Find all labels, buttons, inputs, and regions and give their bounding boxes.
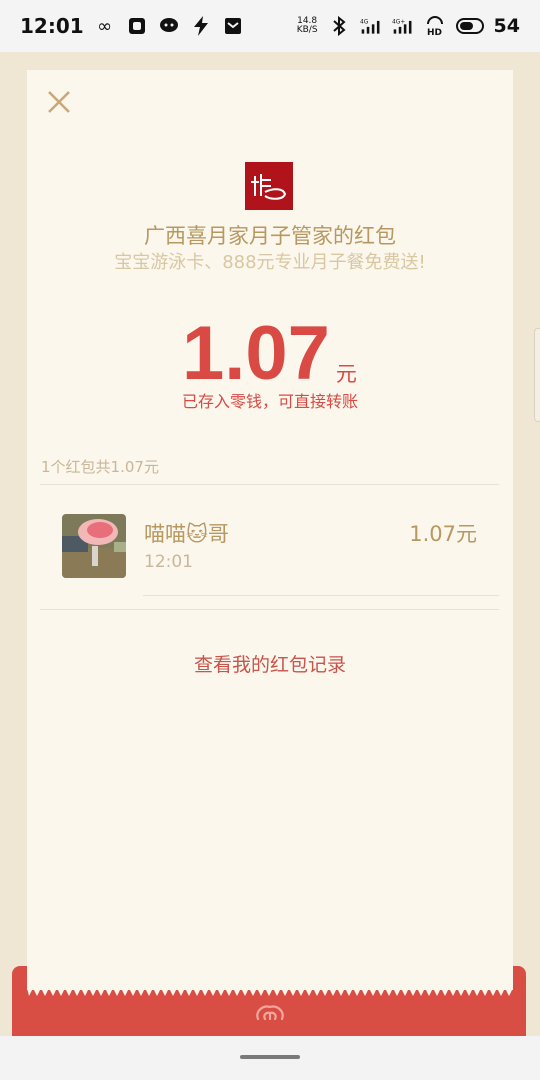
avatar[interactable] bbox=[62, 514, 126, 578]
home-indicator[interactable] bbox=[240, 1055, 300, 1059]
infinity-icon: ∞ bbox=[97, 15, 113, 37]
status-right: 14.8 KB/S 4G 4G+ HD 54 bbox=[297, 15, 520, 37]
app-icon bbox=[126, 15, 148, 37]
battery-level: 54 bbox=[493, 15, 520, 37]
currency-unit: 元 bbox=[335, 362, 357, 386]
close-button[interactable] bbox=[45, 88, 73, 116]
packet-summary: 1个红包共1.07元 bbox=[41, 458, 159, 476]
mail-icon bbox=[222, 15, 244, 37]
battery-icon bbox=[455, 18, 484, 34]
status-bar: 12:01 ∞ 14.8 KB/S 4G 4G+ HD 54 bbox=[0, 0, 540, 52]
divider bbox=[143, 595, 499, 596]
envelope-emblem-icon bbox=[255, 1001, 285, 1023]
amount-block: 1.07 元 bbox=[182, 306, 357, 392]
red-packet-detail-card: 广西喜月家月子管家的红包 宝宝游泳卡、888元专业月子餐免费送! 1.07 元 … bbox=[27, 70, 513, 990]
divider bbox=[40, 484, 499, 485]
signal-icon-2: 4G+ bbox=[392, 15, 414, 37]
status-left: 12:01 ∞ bbox=[20, 14, 244, 38]
flash-icon bbox=[190, 15, 212, 37]
card-zigzag-edge bbox=[27, 982, 513, 996]
received-amount: 1.07 bbox=[182, 311, 330, 396]
close-icon bbox=[48, 91, 70, 113]
signal-icon-1: 4G bbox=[360, 15, 382, 37]
bluetooth-icon bbox=[328, 15, 350, 37]
record-time: 12:01 bbox=[144, 552, 193, 572]
stored-to-wallet-link[interactable]: 已存入零钱，可直接转账 bbox=[27, 388, 513, 412]
divider bbox=[40, 609, 499, 610]
status-time: 12:01 bbox=[20, 14, 84, 38]
edge-handle[interactable] bbox=[534, 328, 540, 422]
view-history-link[interactable]: 查看我的红包记录 bbox=[27, 650, 513, 677]
net-speed-unit: KB/S bbox=[296, 25, 318, 35]
record-name: 喵喵🐱哥 bbox=[144, 522, 229, 546]
hd-label: HD bbox=[427, 28, 442, 36]
sender-title: 广西喜月家月子管家的红包 bbox=[144, 224, 396, 248]
sender-logo bbox=[245, 162, 293, 210]
signal-1-label: 4G bbox=[360, 19, 369, 25]
net-speed: 14.8 KB/S bbox=[297, 17, 318, 35]
hd-icon: HD bbox=[424, 15, 446, 37]
logo-icon bbox=[251, 174, 287, 200]
signal-2-label: 4G+ bbox=[392, 19, 405, 25]
record-amount: 1.07元 bbox=[409, 522, 477, 546]
chat-icon bbox=[158, 15, 180, 37]
blessing-text: 宝宝游泳卡、888元专业月子餐免费送! bbox=[114, 252, 426, 273]
